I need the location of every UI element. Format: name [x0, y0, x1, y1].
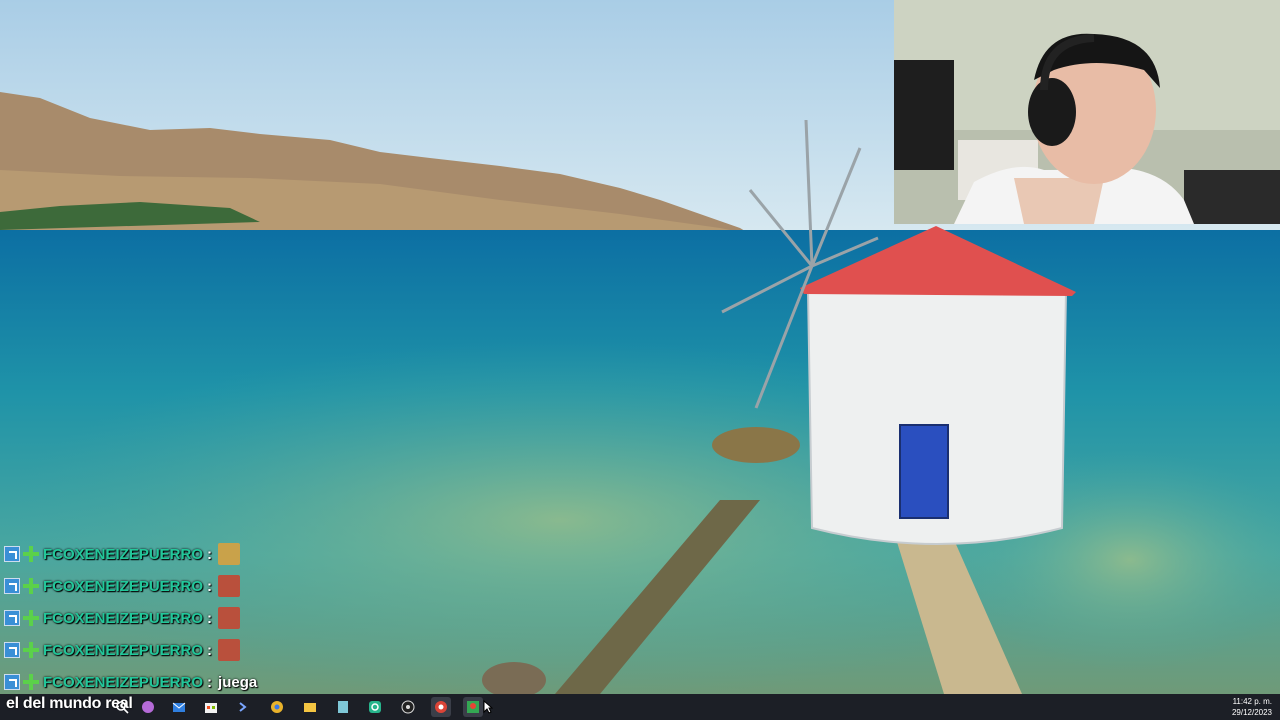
search-icon[interactable]: [112, 697, 132, 717]
badge-icon: [4, 610, 20, 626]
webcam-overlay: [894, 0, 1280, 224]
system-clock[interactable]: 11:42 p. m. 29/12/2023: [1232, 696, 1272, 718]
badge-icon: [4, 642, 20, 658]
mail-icon[interactable]: [169, 697, 189, 717]
clock-date: 29/12/2023: [1231, 708, 1272, 717]
chat-message: FCOXENEIZEPUERRO :: [4, 570, 294, 602]
chat-username: FCOXENEIZEPUERRO: [43, 673, 204, 691]
chat-username: FCOXENEIZEPUERRO: [43, 641, 204, 659]
badge-icon: [4, 674, 20, 690]
plus-badge-icon: [23, 642, 39, 658]
chat-separator: :: [207, 577, 213, 595]
notepad-icon[interactable]: [333, 697, 353, 717]
face-emote-icon: [218, 639, 241, 661]
mouse-cursor-icon: [483, 700, 493, 714]
obs-icon[interactable]: [398, 697, 418, 717]
chat-username: FCOXENEIZEPUERRO: [43, 577, 204, 595]
badge-icon: [4, 578, 20, 594]
chat-text: juega: [218, 673, 258, 691]
copilot-icon[interactable]: [138, 697, 158, 717]
clock-time: 11:42 p. m.: [1232, 697, 1272, 706]
chat-message: FCOXENEIZEPUERRO :: [4, 538, 294, 570]
plus-badge-icon: [23, 674, 39, 690]
chat-separator: :: [207, 545, 213, 563]
face-emote-icon: [218, 607, 241, 629]
file-explorer-icon[interactable]: [300, 697, 320, 717]
plus-badge-icon: [23, 578, 39, 594]
badge-icon: [4, 546, 20, 562]
face-emote-icon: [218, 575, 241, 597]
chat-username: FCOXENEIZEPUERRO: [43, 609, 204, 627]
maps-icon[interactable]: [463, 697, 483, 717]
chrome-profile-icon[interactable]: [431, 697, 451, 717]
taskbar: el del mundo real 11:42 p. m. 29/12/2023: [0, 694, 1280, 720]
chat-separator: :: [207, 641, 213, 659]
chat-separator: :: [207, 673, 213, 691]
chrome-icon[interactable]: [267, 697, 287, 717]
chat-separator: :: [207, 609, 213, 627]
plus-badge-icon: [23, 610, 39, 626]
app-icon[interactable]: [365, 697, 385, 717]
store-icon[interactable]: [201, 697, 221, 717]
terminal-icon[interactable]: [234, 697, 254, 717]
chat-message: FCOXENEIZEPUERRO :: [4, 602, 294, 634]
plus-badge-icon: [23, 546, 39, 562]
bird-emote-icon: [218, 543, 241, 565]
chat-overlay: FCOXENEIZEPUERRO : FCOXENEIZEPUERRO : FC…: [4, 538, 294, 698]
chat-username: FCOXENEIZEPUERRO: [43, 545, 204, 563]
chat-message: FCOXENEIZEPUERRO :: [4, 634, 294, 666]
